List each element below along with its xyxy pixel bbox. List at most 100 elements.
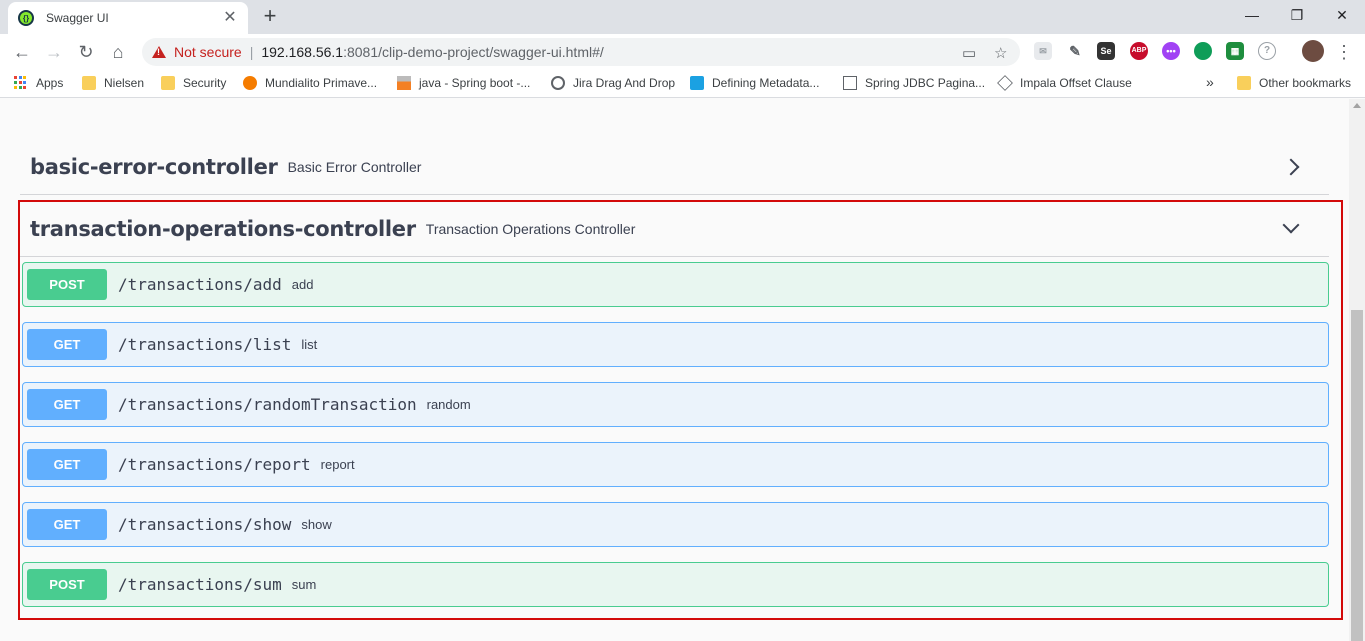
method-badge: GET bbox=[27, 329, 107, 360]
bookmark-label: Apps bbox=[36, 76, 64, 90]
tab-swagger-ui[interactable]: {} Swagger UI ✕ bbox=[8, 2, 248, 34]
bookmark-jira[interactable]: Jira Drag And Drop bbox=[551, 76, 675, 90]
scroll-thumb[interactable] bbox=[1351, 310, 1363, 641]
bookmark-label: Spring JDBC Pagina... bbox=[865, 76, 986, 90]
avatar[interactable] bbox=[1302, 40, 1324, 62]
tab-strip: {} Swagger UI ✕ + — ❐ ✕ bbox=[0, 0, 1365, 34]
url-host: 192.168.56.1 bbox=[261, 44, 344, 60]
operation-path: /transactions/report bbox=[118, 455, 311, 474]
folder-icon bbox=[82, 76, 96, 90]
tab-close-icon[interactable]: ✕ bbox=[222, 10, 238, 26]
bookmark-metadata[interactable]: Defining Metadata... bbox=[690, 76, 819, 90]
browser-toolbar: ← → ↻ ⌂ Not secure | 192.168.56.1:8081/c… bbox=[0, 34, 1365, 70]
controller-header-basic-error[interactable]: basic-error-controller Basic Error Contr… bbox=[20, 151, 1329, 183]
site-favicon-icon bbox=[243, 76, 257, 90]
controller-header-transaction-operations[interactable]: transaction-operations-controller Transa… bbox=[20, 213, 1329, 245]
reload-icon[interactable]: ↻ bbox=[74, 40, 98, 64]
security-label[interactable]: Not secure bbox=[174, 44, 242, 60]
operation-get-list[interactable]: GET /transactions/list list bbox=[22, 322, 1329, 367]
operation-path: /transactions/sum bbox=[118, 575, 282, 594]
selenium-extension-icon[interactable]: Se bbox=[1097, 42, 1115, 60]
cast-icon[interactable]: ▭ bbox=[962, 44, 976, 62]
bookmark-security[interactable]: Security bbox=[161, 76, 226, 90]
page-icon bbox=[843, 76, 857, 90]
omnibox-divider: | bbox=[249, 44, 254, 60]
minimize-button[interactable]: — bbox=[1229, 4, 1275, 26]
operation-post-add[interactable]: POST /transactions/add add bbox=[22, 262, 1329, 307]
operation-summary: report bbox=[320, 457, 355, 472]
chevron-down-icon[interactable] bbox=[1282, 216, 1300, 234]
bookmark-label: Jira Drag And Drop bbox=[573, 76, 676, 90]
scroll-up-arrow-icon[interactable] bbox=[1353, 103, 1361, 108]
swagger-favicon-icon: {} bbox=[18, 10, 34, 26]
adblock-extension-icon[interactable]: ABP bbox=[1130, 42, 1148, 60]
address-bar[interactable]: Not secure | 192.168.56.1:8081/clip-demo… bbox=[142, 38, 1020, 66]
close-window-button[interactable]: ✕ bbox=[1319, 4, 1365, 26]
operation-summary: show bbox=[301, 517, 332, 532]
bookmark-label: java - Spring boot -... bbox=[419, 76, 531, 90]
bookmark-mundialito[interactable]: Mundialito Primave... bbox=[243, 76, 377, 90]
site-favicon-icon bbox=[690, 76, 704, 90]
operation-summary: random bbox=[426, 397, 471, 412]
operation-path: /transactions/list bbox=[118, 335, 292, 354]
operation-post-sum[interactable]: POST /transactions/sum sum bbox=[22, 562, 1329, 607]
back-arrow-icon[interactable]: ← bbox=[10, 40, 34, 64]
warning-icon bbox=[152, 46, 166, 58]
help-extension-icon[interactable]: ? bbox=[1258, 42, 1276, 60]
url-path: :8081/clip-demo-project/swagger-ui.html#… bbox=[343, 44, 604, 60]
eyedropper-extension-icon[interactable]: ✎ bbox=[1066, 42, 1084, 60]
stackoverflow-icon bbox=[397, 76, 411, 90]
operation-get-report[interactable]: GET /transactions/report report bbox=[22, 442, 1329, 487]
bookmark-spring-jdbc[interactable]: Spring JDBC Pagina... bbox=[843, 76, 985, 90]
method-badge: GET bbox=[27, 389, 107, 420]
method-badge: POST bbox=[27, 569, 107, 600]
operation-get-random-transaction[interactable]: GET /transactions/randomTransaction rand… bbox=[22, 382, 1329, 427]
diamond-icon bbox=[997, 75, 1013, 91]
bookmark-label: Defining Metadata... bbox=[712, 76, 820, 90]
bookmark-label: Security bbox=[183, 76, 227, 90]
menu-kebab-icon[interactable]: ⋮ bbox=[1332, 40, 1356, 64]
chevron-right-icon[interactable] bbox=[1282, 158, 1300, 176]
bookmark-other[interactable]: Other bookmarks bbox=[1237, 76, 1351, 90]
method-badge: POST bbox=[27, 269, 107, 300]
green-extension-icon[interactable] bbox=[1194, 42, 1212, 60]
operation-summary: sum bbox=[291, 577, 317, 592]
operation-get-show[interactable]: GET /transactions/show show bbox=[22, 502, 1329, 547]
bookmarks-overflow-button[interactable]: » bbox=[1206, 74, 1214, 90]
grid-extension-icon[interactable]: ▦ bbox=[1226, 42, 1244, 60]
operation-summary: list bbox=[301, 337, 318, 352]
method-badge: GET bbox=[27, 509, 107, 540]
operation-summary: add bbox=[291, 277, 314, 292]
bookmark-apps[interactable]: Apps bbox=[14, 76, 63, 90]
bookmark-label: Impala Offset Clause bbox=[1020, 76, 1132, 90]
apps-grid-icon bbox=[14, 76, 28, 90]
bookmark-impala[interactable]: Impala Offset Clause bbox=[997, 75, 1132, 91]
controller-description: Transaction Operations Controller bbox=[425, 221, 636, 237]
bookmarks-bar: Apps Nielsen Security Mundialito Primave… bbox=[0, 70, 1365, 98]
operation-path: /transactions/add bbox=[118, 275, 282, 294]
globe-icon bbox=[551, 76, 565, 90]
restore-button[interactable]: ❐ bbox=[1274, 4, 1320, 26]
purple-extension-icon[interactable]: ••• bbox=[1162, 42, 1180, 60]
controller-description: Basic Error Controller bbox=[287, 159, 422, 175]
mail-extension-icon[interactable]: ✉ bbox=[1034, 42, 1052, 60]
bookmark-label: Mundialito Primave... bbox=[265, 76, 378, 90]
bookmark-java-spring[interactable]: java - Spring boot -... bbox=[397, 76, 530, 90]
bookmark-label: Other bookmarks bbox=[1259, 76, 1352, 90]
controller-name: transaction-operations-controller bbox=[30, 217, 416, 241]
folder-icon bbox=[161, 76, 175, 90]
forward-arrow-icon[interactable]: → bbox=[42, 40, 66, 64]
home-icon[interactable]: ⌂ bbox=[106, 40, 130, 64]
new-tab-button[interactable]: + bbox=[260, 5, 280, 27]
divider bbox=[20, 256, 1329, 257]
operation-path: /transactions/show bbox=[118, 515, 292, 534]
method-badge: GET bbox=[27, 449, 107, 480]
controller-name: basic-error-controller bbox=[30, 155, 278, 179]
bookmark-nielsen[interactable]: Nielsen bbox=[82, 76, 144, 90]
divider bbox=[20, 194, 1329, 195]
bookmark-label: Nielsen bbox=[104, 76, 145, 90]
tab-title: Swagger UI bbox=[46, 11, 109, 25]
page-scrollbar[interactable] bbox=[1349, 99, 1365, 641]
bookmark-star-icon[interactable]: ☆ bbox=[994, 44, 1007, 62]
operation-path: /transactions/randomTransaction bbox=[118, 395, 417, 414]
